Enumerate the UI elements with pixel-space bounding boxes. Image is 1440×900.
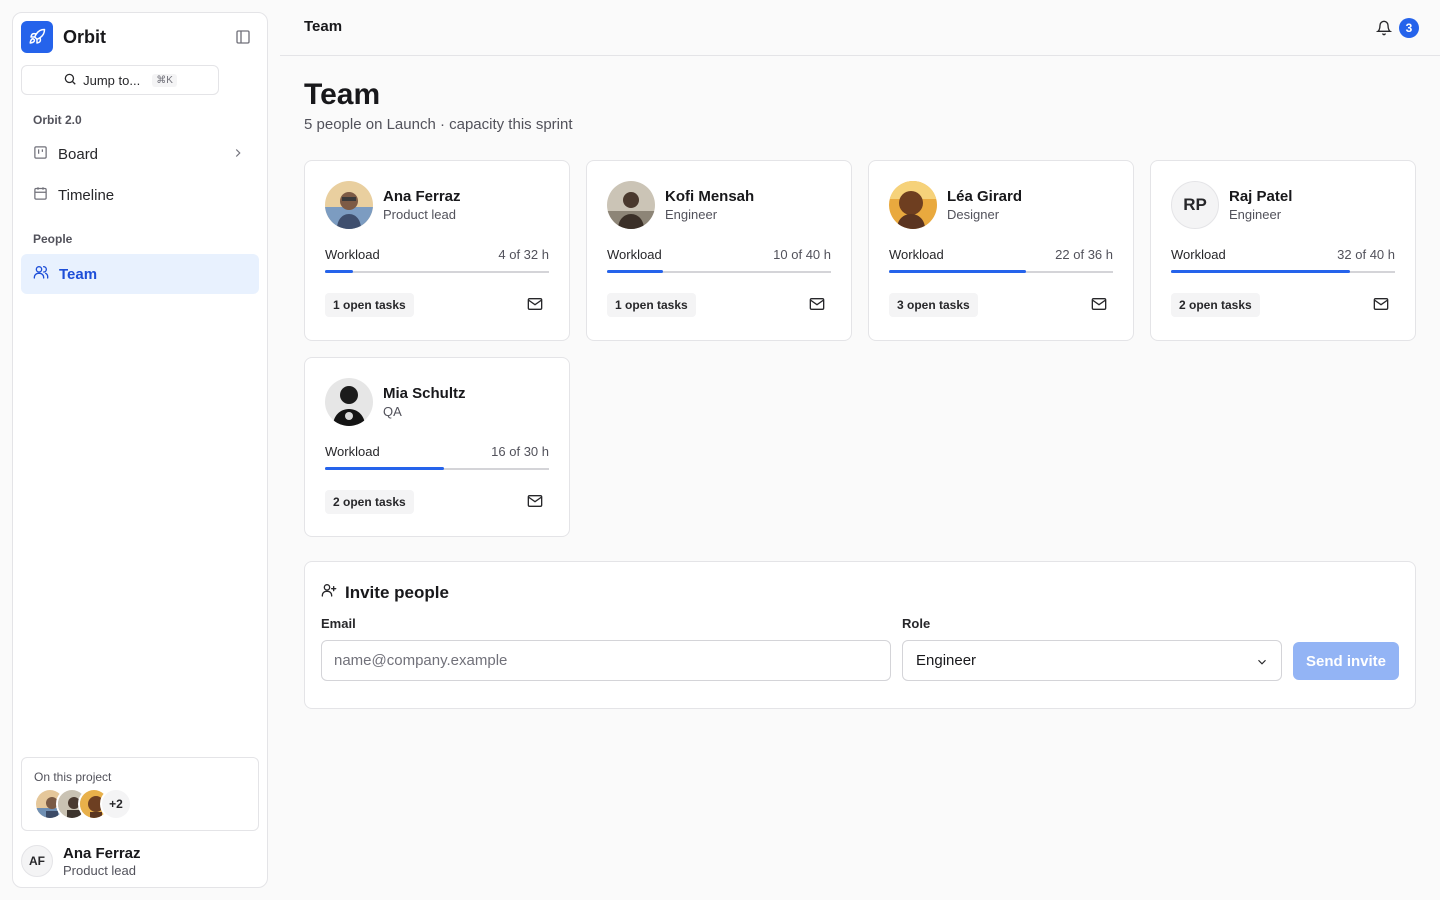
notification-badge[interactable]: 3 bbox=[1399, 18, 1419, 38]
invite-panel: Invite people Email Role Engineer Send i… bbox=[304, 561, 1416, 709]
chevron-right-icon bbox=[231, 146, 245, 164]
member-role: Designer bbox=[947, 207, 1000, 222]
project-members: On this project +2 bbox=[21, 757, 259, 831]
breadcrumb: Team bbox=[304, 18, 343, 35]
workload-bar-fill bbox=[325, 270, 353, 273]
calendar-icon bbox=[33, 186, 48, 205]
workload-bar bbox=[325, 270, 549, 273]
member-role: Engineer bbox=[665, 207, 718, 222]
member-name: Ana Ferraz bbox=[383, 188, 461, 205]
open-tasks-badge: 2 open tasks bbox=[1171, 293, 1260, 317]
workload-bar bbox=[325, 467, 549, 470]
workload-bar bbox=[1171, 270, 1395, 273]
member-role: Engineer bbox=[1229, 207, 1282, 222]
board-icon bbox=[33, 145, 48, 164]
sidebar-toggle-icon[interactable] bbox=[231, 25, 255, 49]
open-tasks-badge: 3 open tasks bbox=[889, 293, 978, 317]
email-field[interactable] bbox=[321, 640, 891, 681]
user-plus-icon bbox=[321, 582, 337, 603]
workload-bar-fill bbox=[325, 467, 445, 470]
member-name: Kofi Mensah bbox=[665, 188, 755, 205]
member-role: QA bbox=[383, 404, 402, 419]
workload-bar-fill bbox=[607, 270, 663, 273]
avatar bbox=[325, 181, 373, 229]
avatar-stack[interactable]: +2 bbox=[34, 788, 132, 820]
jump-to-search[interactable]: Jump to... ⌘K bbox=[21, 65, 219, 95]
page-title: Team bbox=[304, 78, 381, 111]
email-label: Email bbox=[321, 616, 356, 631]
workload-bar-fill bbox=[1171, 270, 1351, 273]
current-user[interactable]: AF Ana Ferraz Product lead bbox=[21, 843, 141, 879]
role-label: Role bbox=[902, 616, 931, 631]
avatar bbox=[607, 181, 655, 229]
workload-label: Workload bbox=[607, 247, 662, 262]
member-card: RP Raj Patel Engineer Workload 32 of 40 … bbox=[1150, 160, 1416, 341]
sidebar-item-team[interactable]: Team bbox=[21, 254, 259, 294]
mail-icon[interactable] bbox=[527, 494, 543, 508]
workload-bar bbox=[607, 270, 831, 273]
sidebar-item-timeline[interactable]: Timeline bbox=[21, 175, 259, 215]
brand[interactable]: Orbit bbox=[21, 21, 106, 53]
sidebar-item-label: Team bbox=[59, 265, 98, 283]
member-card: Mia Schultz QA Workload 16 of 30 h 2 ope… bbox=[304, 357, 570, 537]
shortcut-hint: ⌘K bbox=[152, 73, 177, 87]
group-label-project: Orbit 2.0 bbox=[33, 113, 82, 127]
sidebar-item-label: Board bbox=[58, 145, 99, 163]
jump-to-label: Jump to... bbox=[83, 72, 141, 88]
member-card: Ana Ferraz Product lead Workload 4 of 32… bbox=[304, 160, 570, 341]
project-members-label: On this project bbox=[34, 770, 112, 784]
app-name: Orbit bbox=[63, 26, 106, 47]
invite-title: Invite people bbox=[345, 582, 449, 602]
workload-label: Workload bbox=[325, 444, 380, 459]
workload-label: Workload bbox=[1171, 247, 1226, 262]
workload-bar-fill bbox=[889, 270, 1026, 273]
workload-hours: 16 of 30 h bbox=[491, 444, 549, 459]
sidebar-item-label: Timeline bbox=[58, 186, 115, 204]
avatar: RP bbox=[1171, 181, 1219, 229]
member-name: Mia Schultz bbox=[383, 385, 466, 402]
chevron-down-icon bbox=[1255, 655, 1269, 673]
workload-label: Workload bbox=[325, 247, 380, 262]
avatar bbox=[325, 378, 373, 426]
mail-icon[interactable] bbox=[527, 297, 543, 311]
workload-bar bbox=[889, 270, 1113, 273]
role-value: Engineer bbox=[916, 652, 977, 669]
send-invite-button[interactable]: Send invite bbox=[1293, 642, 1399, 680]
user-name: Ana Ferraz bbox=[63, 844, 141, 862]
avatar bbox=[889, 181, 937, 229]
role-select[interactable]: Engineer bbox=[902, 640, 1282, 681]
member-card: Kofi Mensah Engineer Workload 10 of 40 h… bbox=[586, 160, 852, 341]
open-tasks-badge: 1 open tasks bbox=[607, 293, 696, 317]
workload-hours: 32 of 40 h bbox=[1337, 247, 1395, 262]
workload-hours: 10 of 40 h bbox=[773, 247, 831, 262]
member-name: Léa Girard bbox=[947, 188, 1023, 205]
search-icon bbox=[63, 72, 77, 89]
page-subtitle: 5 people on Launch · capacity this sprin… bbox=[304, 116, 573, 133]
avatar: AF bbox=[21, 845, 53, 877]
member-card: Léa Girard Designer Workload 22 of 36 h … bbox=[868, 160, 1134, 341]
user-role: Product lead bbox=[63, 862, 136, 878]
top-bar: Team 3 bbox=[280, 0, 1440, 56]
workload-label: Workload bbox=[889, 247, 944, 262]
open-tasks-badge: 1 open tasks bbox=[325, 293, 414, 317]
rocket-icon bbox=[21, 21, 53, 53]
member-role: Product lead bbox=[383, 207, 456, 222]
workload-hours: 4 of 32 h bbox=[498, 247, 549, 262]
mail-icon[interactable] bbox=[1373, 297, 1389, 311]
member-name: Raj Patel bbox=[1229, 188, 1293, 205]
users-icon bbox=[33, 264, 49, 284]
more-members-count: +2 bbox=[100, 788, 132, 820]
mail-icon[interactable] bbox=[809, 297, 825, 311]
sidebar-item-board[interactable]: Board bbox=[21, 134, 259, 174]
sidebar: Orbit Jump to... ⌘K Orbit 2.0 Board Time… bbox=[12, 12, 268, 888]
open-tasks-badge: 2 open tasks bbox=[325, 490, 414, 514]
bell-icon[interactable] bbox=[1375, 19, 1393, 37]
mail-icon[interactable] bbox=[1091, 297, 1107, 311]
workload-hours: 22 of 36 h bbox=[1055, 247, 1113, 262]
group-label-people: People bbox=[33, 232, 73, 246]
